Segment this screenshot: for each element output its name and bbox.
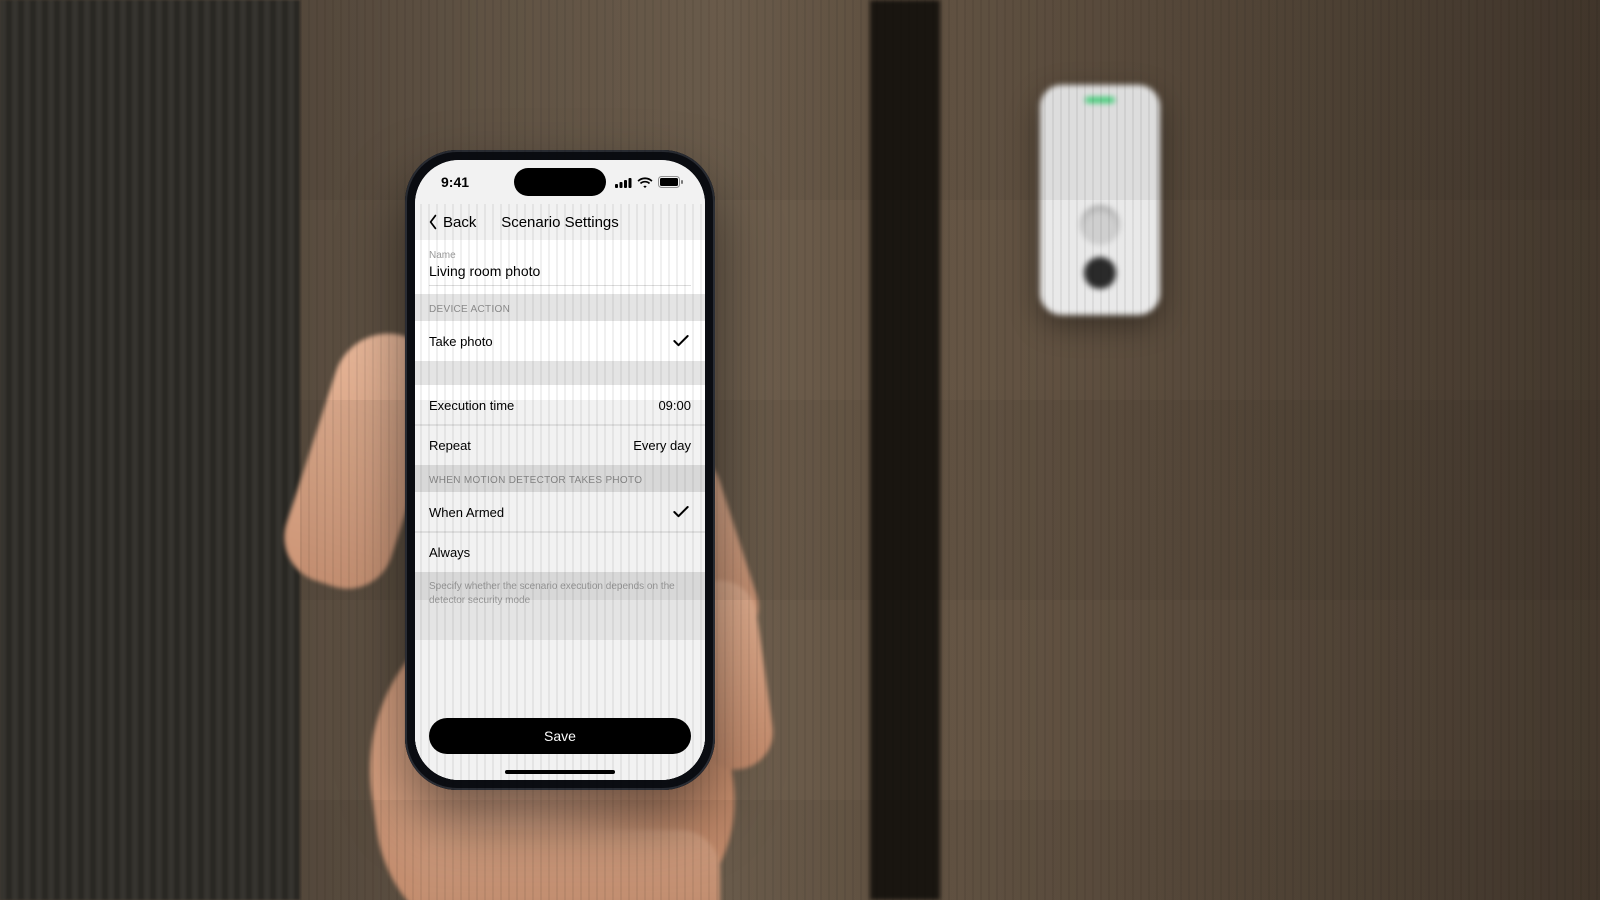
wifi-icon [637,177,653,188]
phone-frame: 9:41 Back Scenario Settings N [405,150,715,790]
option-label: When Armed [429,505,504,520]
name-value: Living room photo [429,263,691,286]
home-indicator [505,770,615,774]
execution-time-row[interactable]: Execution time 09:00 [415,385,705,425]
spacer [415,361,705,385]
battery-icon [658,176,683,188]
footer: Save [415,718,705,780]
option-label: Take photo [429,334,493,349]
option-always[interactable]: Always [415,532,705,572]
photo-condition-list: When Armed Always [415,492,705,572]
page-title: Scenario Settings [501,214,619,231]
check-icon [671,331,691,351]
schedule-list: Execution time 09:00 Repeat Every day [415,385,705,465]
photo-condition-header: WHEN MOTION DETECTOR TAKES PHOTO [415,465,705,492]
background-scene: 9:41 Back Scenario Settings N [0,0,1600,900]
save-button[interactable]: Save [429,718,691,754]
photo-condition-hint: Specify whether the scenario execution d… [415,572,705,608]
device-action-header: DEVICE ACTION [415,294,705,321]
dynamic-island [514,168,606,196]
device-action-list: Take photo [415,321,705,361]
check-icon [671,502,691,522]
execution-time-value: 09:00 [658,398,691,413]
device-action-take-photo[interactable]: Take photo [415,321,705,361]
name-label: Name [429,250,691,261]
repeat-row[interactable]: Repeat Every day [415,425,705,465]
back-label: Back [443,214,476,231]
option-label: Always [429,545,470,560]
chevron-left-icon [425,214,441,230]
name-field[interactable]: Name Living room photo [415,240,705,294]
status-indicators [615,176,683,188]
back-button[interactable]: Back [425,204,476,240]
execution-time-label: Execution time [429,398,514,413]
option-when-armed[interactable]: When Armed [415,492,705,532]
wall-motion-detector [1040,85,1160,315]
cellular-icon [615,177,632,188]
phone-screen: 9:41 Back Scenario Settings N [415,160,705,780]
repeat-value: Every day [633,438,691,453]
repeat-label: Repeat [429,438,471,453]
status-time: 9:41 [441,174,469,190]
settings-content: Name Living room photo DEVICE ACTION Tak… [415,240,705,780]
nav-bar: Back Scenario Settings [415,204,705,240]
door-gap [870,0,940,900]
